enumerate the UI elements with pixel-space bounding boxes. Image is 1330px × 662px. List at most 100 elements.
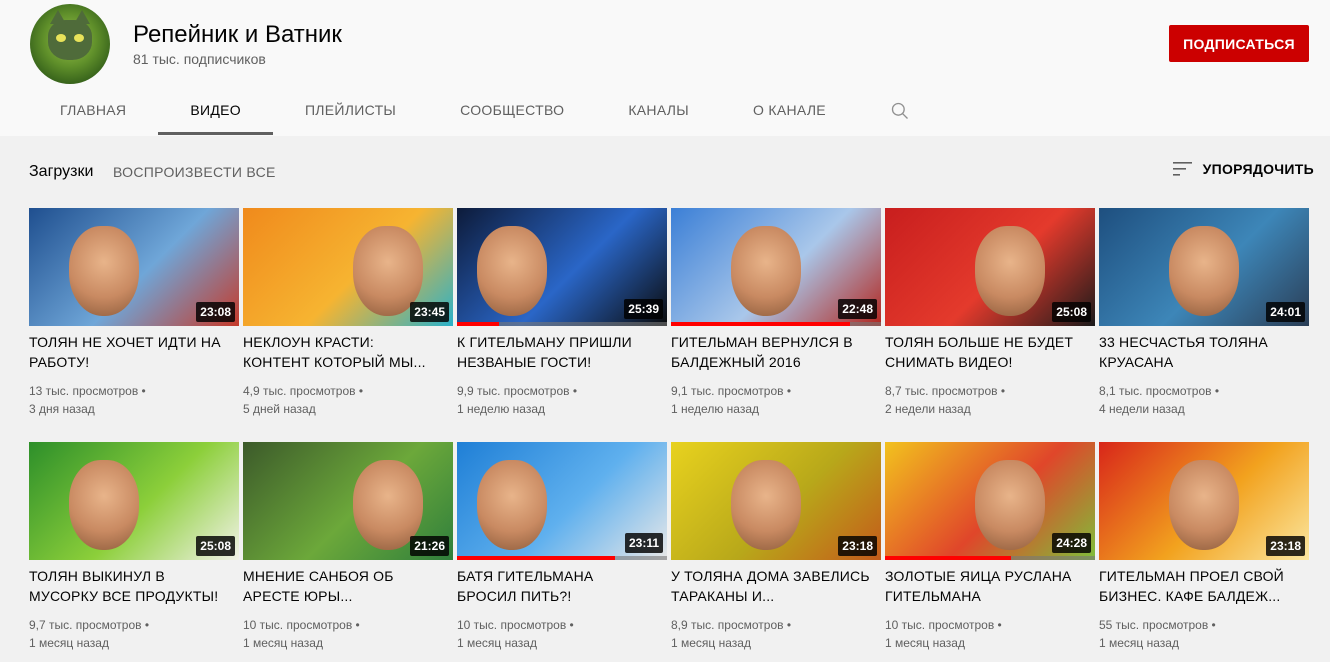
video-duration: 23:45	[410, 302, 449, 322]
video-date: 1 месяц назад	[29, 636, 109, 650]
video-meta: 10 тыс. просмотров • 1 месяц назад	[885, 616, 1002, 652]
thumbnail-figure	[975, 460, 1045, 550]
channel-header: Репейник и Ватник 81 тыс. подписчиков ПО…	[0, 0, 1330, 136]
video-views: 55 тыс. просмотров •	[1099, 616, 1216, 634]
view-count: 9,1 тыс. просмотров	[671, 384, 784, 398]
video-views: 8,7 тыс. просмотров •	[885, 382, 1005, 400]
video-views: 9,7 тыс. просмотров •	[29, 616, 149, 634]
video-thumbnail[interactable]: 23:18	[1099, 442, 1309, 560]
video-date: 1 месяц назад	[457, 636, 537, 650]
video-date: 4 недели назад	[1099, 402, 1185, 416]
meta-separator: •	[783, 618, 792, 632]
uploads-label: Загрузки	[29, 163, 94, 180]
video-card[interactable]: 25:08 ТОЛЯН ВЫКИНУЛ В МУСОРКУ ВСЕ ПРОДУКТ…	[29, 442, 239, 662]
video-title[interactable]: У ТОЛЯНА ДОМА ЗАВЕЛИСЬ ТАРАКАНЫ И...	[671, 566, 871, 606]
video-views: 8,9 тыс. просмотров •	[671, 616, 791, 634]
sort-button[interactable]: УПОРЯДОЧИТЬ	[1172, 160, 1314, 178]
view-count: 8,7 тыс. просмотров	[885, 384, 998, 398]
video-card[interactable]: 25:08 ТОЛЯН БОЛЬШЕ НЕ БУДЕТ СНИМАТЬ ВИДЕО…	[885, 208, 1095, 428]
channel-tabs: ГЛАВНАЯ ВИДЕО ПЛЕЙЛИСТЫ СООБЩЕСТВО КАНАЛ…	[28, 86, 938, 136]
video-title[interactable]: ТОЛЯН ВЫКИНУЛ В МУСОРКУ ВСЕ ПРОДУКТЫ!	[29, 566, 229, 606]
view-count: 55 тыс. просмотров	[1099, 618, 1209, 632]
tab-videos[interactable]: ВИДЕО	[158, 86, 273, 135]
video-views: 4,9 тыс. просмотров •	[243, 382, 363, 400]
video-title[interactable]: ТОЛЯН НЕ ХОЧЕТ ИДТИ НА РАБОТУ!	[29, 332, 229, 372]
video-meta: 9,9 тыс. просмотров • 1 неделю назад	[457, 382, 577, 418]
video-card[interactable]: 23:08 ТОЛЯН НЕ ХОЧЕТ ИДТИ НА РАБОТУ! 13 ты…	[29, 208, 239, 428]
tab-home[interactable]: ГЛАВНАЯ	[28, 86, 158, 134]
video-views: 8,1 тыс. просмотров •	[1099, 382, 1219, 400]
video-meta: 8,1 тыс. просмотров • 4 недели назад	[1099, 382, 1219, 418]
video-views: 9,1 тыс. просмотров •	[671, 382, 791, 400]
video-card[interactable]: 24:01 33 НЕСЧАСТЬЯ ТОЛЯНА КРУАСАНА 8,1 тыс…	[1099, 208, 1309, 428]
watch-progress-bar	[457, 322, 499, 326]
video-title[interactable]: ЗОЛОТЫЕ ЯИЦА РУСЛАНА ГИТЕЛЬМАНА	[885, 566, 1085, 606]
video-duration: 25:39	[624, 299, 663, 319]
video-title[interactable]: МНЕНИЕ САНБОЯ ОБ АРЕСТЕ ЮРЫ...	[243, 566, 443, 606]
video-title[interactable]: ТОЛЯН БОЛЬШЕ НЕ БУДЕТ СНИМАТЬ ВИДЕО!	[885, 332, 1085, 372]
video-thumbnail[interactable]: 24:28	[885, 442, 1095, 560]
subscribe-button[interactable]: ПОДПИСАТЬСЯ	[1169, 25, 1309, 62]
video-thumbnail[interactable]: 25:08	[29, 442, 239, 560]
video-duration: 25:08	[196, 536, 235, 556]
channel-search-button[interactable]	[858, 86, 938, 134]
view-count: 10 тыс. просмотров	[243, 618, 353, 632]
meta-separator: •	[783, 384, 792, 398]
meta-separator: •	[355, 384, 364, 398]
video-card[interactable]: 25:39 К ГИТЕЛЬМАНУ ПРИШЛИ НЕЗВАНЫЕ ГОСТИ!…	[457, 208, 667, 428]
video-card[interactable]: 21:26 МНЕНИЕ САНБОЯ ОБ АРЕСТЕ ЮРЫ... 10 ты…	[243, 442, 453, 662]
video-duration: 23:18	[838, 536, 877, 556]
cat-icon	[48, 10, 92, 60]
view-count: 8,1 тыс. просмотров	[1099, 384, 1212, 398]
video-duration: 24:01	[1266, 302, 1305, 322]
tab-community[interactable]: СООБЩЕСТВО	[428, 86, 596, 134]
video-meta: 8,7 тыс. просмотров • 2 недели назад	[885, 382, 1005, 418]
video-meta: 10 тыс. просмотров • 1 месяц назад	[457, 616, 574, 652]
video-title[interactable]: БАТЯ ГИТЕЛЬМАНА БРОСИЛ ПИТЬ?!	[457, 566, 657, 606]
video-duration: 22:48	[838, 299, 877, 319]
video-meta: 4,9 тыс. просмотров • 5 дней назад	[243, 382, 363, 418]
video-thumbnail[interactable]: 23:45	[243, 208, 453, 326]
video-card[interactable]: 23:45 НЕКЛОУН КРАСТИ: КОНТЕНТ КОТОРЫЙ МЫ.…	[243, 208, 453, 428]
video-duration: 23:11	[624, 533, 663, 553]
video-thumbnail[interactable]: 25:39	[457, 208, 667, 326]
video-meta: 9,7 тыс. просмотров • 1 месяц назад	[29, 616, 149, 652]
video-title[interactable]: ГИТЕЛЬМАН ВЕРНУЛСЯ В БАЛДЕЖНЫЙ 2016	[671, 332, 871, 372]
video-duration: 21:26	[410, 536, 449, 556]
video-card[interactable]: 24:28 ЗОЛОТЫЕ ЯИЦА РУСЛАНА ГИТЕЛЬМАНА 10 т…	[885, 442, 1095, 662]
video-card[interactable]: 22:48 ГИТЕЛЬМАН ВЕРНУЛСЯ В БАЛДЕЖНЫЙ 2016…	[671, 208, 881, 428]
video-card[interactable]: 23:18 ГИТЕЛЬМАН ПРОЕЛ СВОЙ БИЗНЕС. КАФЕ Б…	[1099, 442, 1309, 662]
video-meta: 55 тыс. просмотров • 1 месяц назад	[1099, 616, 1216, 652]
video-title[interactable]: К ГИТЕЛЬМАНУ ПРИШЛИ НЕЗВАНЫЕ ГОСТИ!	[457, 332, 657, 372]
video-thumbnail[interactable]: 23:08	[29, 208, 239, 326]
video-thumbnail[interactable]: 23:11	[457, 442, 667, 560]
tab-about[interactable]: О КАНАЛЕ	[721, 86, 858, 134]
video-title[interactable]: 33 НЕСЧАСТЬЯ ТОЛЯНА КРУАСАНА	[1099, 332, 1299, 372]
video-date: 1 месяц назад	[1099, 636, 1179, 650]
video-title[interactable]: ГИТЕЛЬМАН ПРОЕЛ СВОЙ БИЗНЕС. КАФЕ БАЛДЕЖ…	[1099, 566, 1299, 606]
thumbnail-figure	[477, 460, 547, 550]
video-title[interactable]: НЕКЛОУН КРАСТИ: КОНТЕНТ КОТОРЫЙ МЫ...	[243, 332, 443, 372]
view-count: 10 тыс. просмотров	[457, 618, 567, 632]
video-card[interactable]: 23:18 У ТОЛЯНА ДОМА ЗАВЕЛИСЬ ТАРАКАНЫ И..…	[671, 442, 881, 662]
video-thumbnail[interactable]: 25:08	[885, 208, 1095, 326]
thumbnail-figure	[69, 226, 139, 316]
channel-avatar[interactable]	[30, 4, 110, 84]
video-thumbnail[interactable]: 22:48	[671, 208, 881, 326]
play-all-button[interactable]: ВОСПРОИЗВЕСТИ ВСЕ	[113, 164, 276, 180]
video-thumbnail[interactable]: 23:18	[671, 442, 881, 560]
meta-separator: •	[569, 384, 578, 398]
video-date: 1 месяц назад	[885, 636, 965, 650]
tab-channels[interactable]: КАНАЛЫ	[596, 86, 721, 134]
meta-separator: •	[566, 618, 574, 632]
thumbnail-figure	[731, 226, 801, 316]
sort-label: УПОРЯДОЧИТЬ	[1202, 161, 1314, 177]
video-card[interactable]: 23:11 БАТЯ ГИТЕЛЬМАНА БРОСИЛ ПИТЬ?! 10 тыс…	[457, 442, 667, 662]
video-date: 1 месяц назад	[671, 636, 751, 650]
tab-playlists[interactable]: ПЛЕЙЛИСТЫ	[273, 86, 428, 134]
meta-separator: •	[1208, 618, 1216, 632]
thumbnail-figure	[477, 226, 547, 316]
video-thumbnail[interactable]: 24:01	[1099, 208, 1309, 326]
video-thumbnail[interactable]: 21:26	[243, 442, 453, 560]
meta-separator: •	[352, 618, 360, 632]
